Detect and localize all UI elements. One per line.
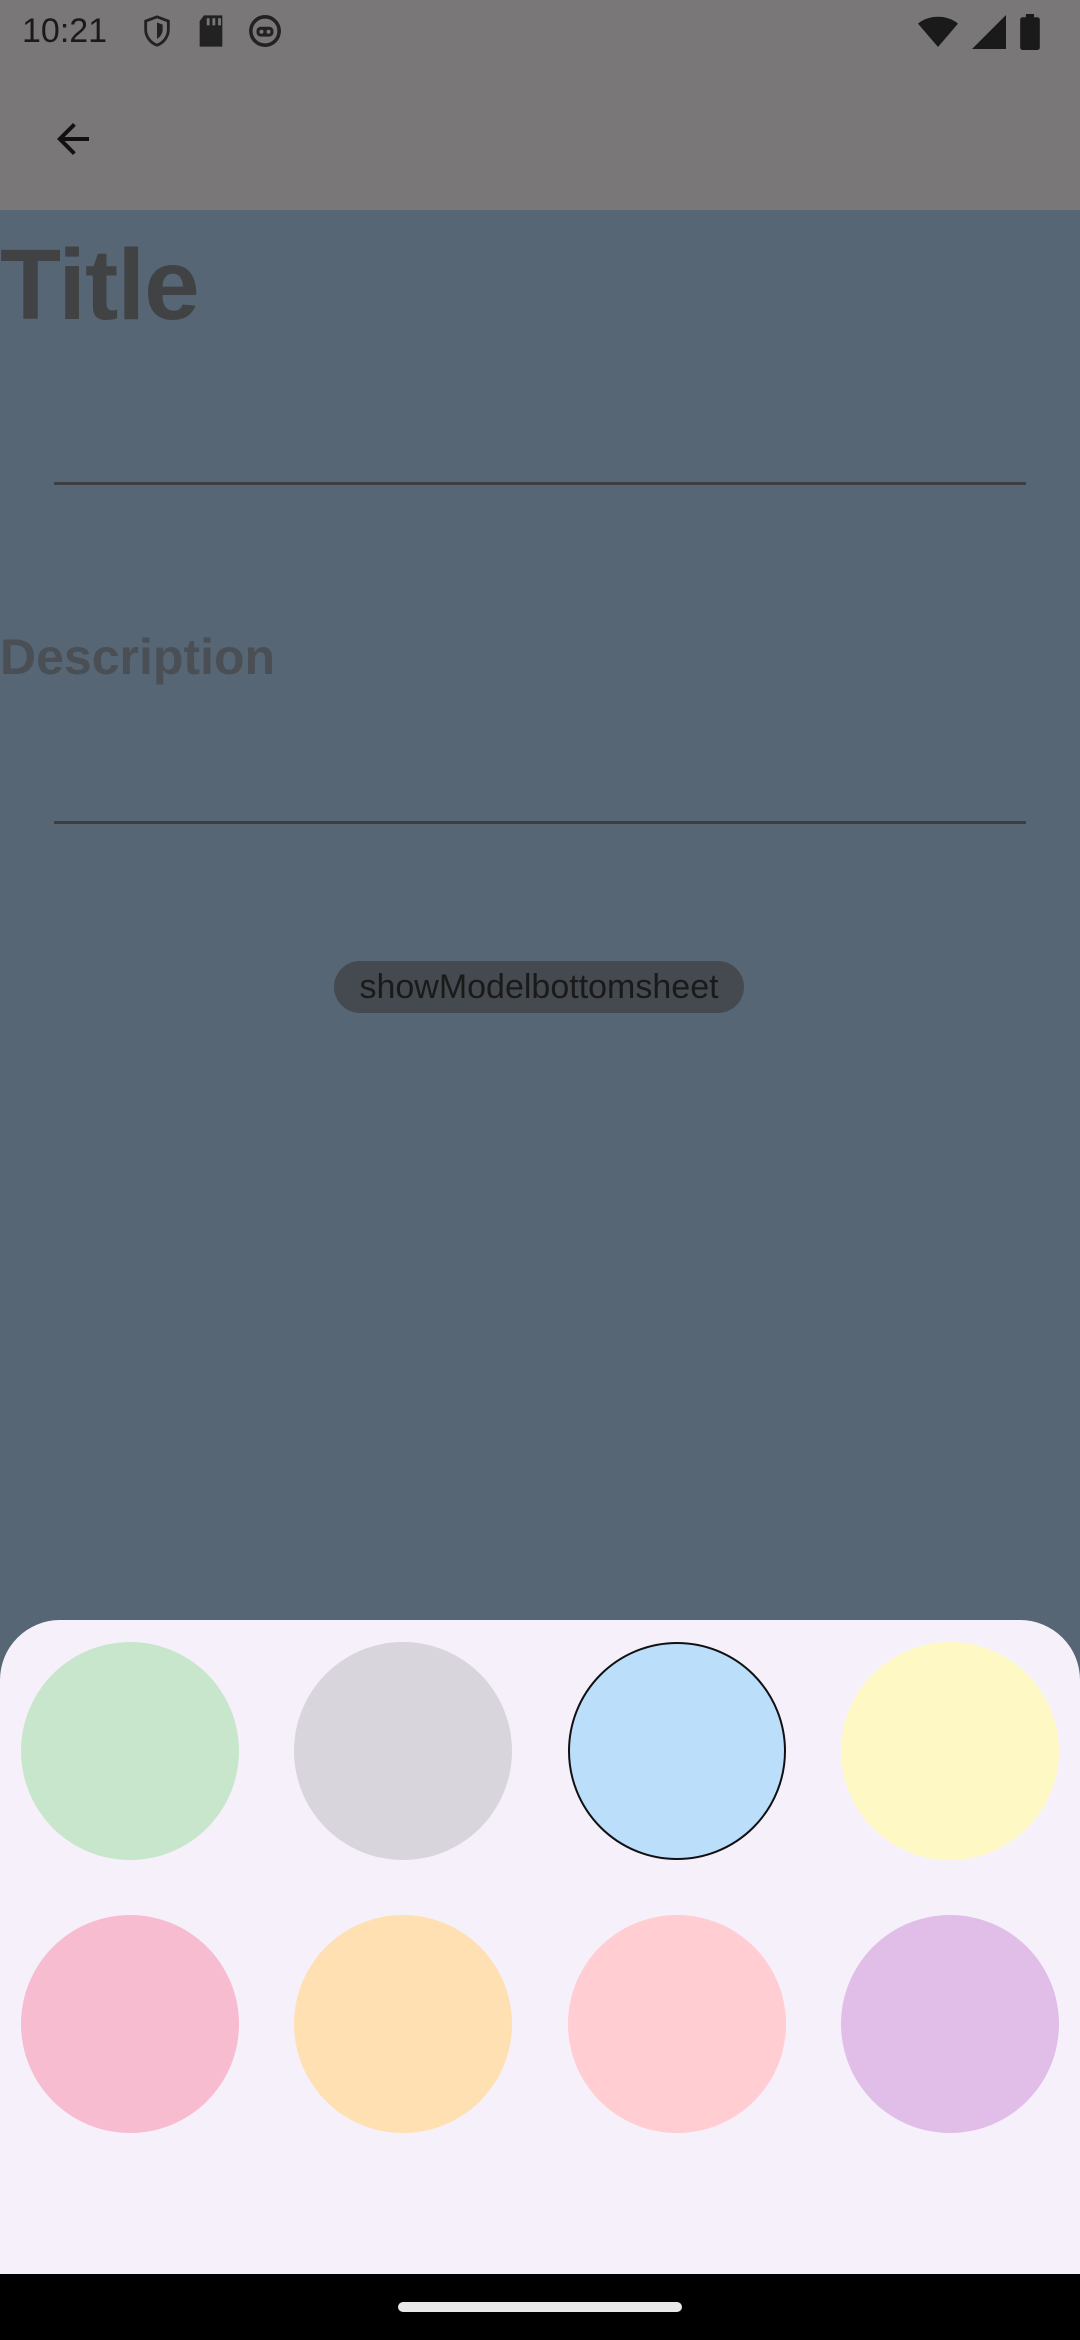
back-button[interactable]: [40, 108, 106, 174]
title-input-underline: [54, 482, 1026, 485]
description-input-underline: [54, 821, 1026, 824]
color-swatch-purple[interactable]: [841, 1915, 1059, 2133]
wifi-icon: [918, 15, 958, 54]
color-swatch-grey[interactable]: [294, 1642, 512, 1860]
title-label: Title: [0, 229, 200, 341]
robot-face-icon: [248, 14, 282, 53]
status-bar: 10:21: [0, 0, 1080, 64]
signal-icon: [972, 15, 1006, 54]
show-bottom-sheet-label: showModelbottomsheet: [359, 967, 719, 1006]
sd-card-icon: [196, 14, 226, 53]
color-swatch-pink[interactable]: [21, 1915, 239, 2133]
description-input[interactable]: [54, 720, 1026, 820]
app-bar: [0, 64, 1080, 210]
show-bottom-sheet-button[interactable]: showModelbottomsheet: [334, 961, 744, 1013]
color-swatch-blue[interactable]: [568, 1642, 786, 1860]
description-label: Description: [0, 629, 276, 685]
battery-icon: [1020, 14, 1040, 55]
shield-icon: [140, 14, 174, 53]
arrow-back-icon: [49, 115, 97, 168]
status-time: 10:21: [22, 12, 108, 50]
color-swatch-yellow[interactable]: [841, 1642, 1059, 1860]
color-bottom-sheet: [0, 1620, 1080, 2274]
home-gesture-handle[interactable]: [398, 2302, 682, 2312]
color-swatch-orange[interactable]: [294, 1915, 512, 2133]
title-input[interactable]: [54, 380, 1026, 480]
color-swatch-rose[interactable]: [568, 1915, 786, 2133]
navigation-bar: [0, 2274, 1080, 2340]
color-swatch-green[interactable]: [21, 1642, 239, 1860]
